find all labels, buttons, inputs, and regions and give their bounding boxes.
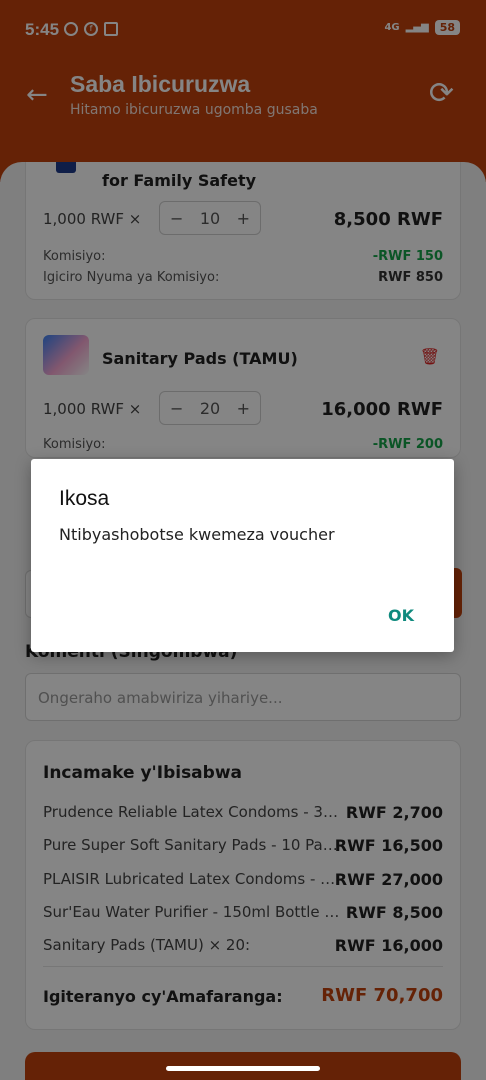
dialog-message: Ntibyashobotse kwemeza voucher — [59, 525, 335, 544]
ok-button[interactable]: OK — [388, 606, 414, 625]
error-dialog: Ikosa Ntibyashobotse kwemeza voucher OK — [31, 459, 454, 652]
gesture-nav-bar[interactable] — [166, 1066, 320, 1071]
dialog-title: Ikosa — [59, 487, 110, 510]
